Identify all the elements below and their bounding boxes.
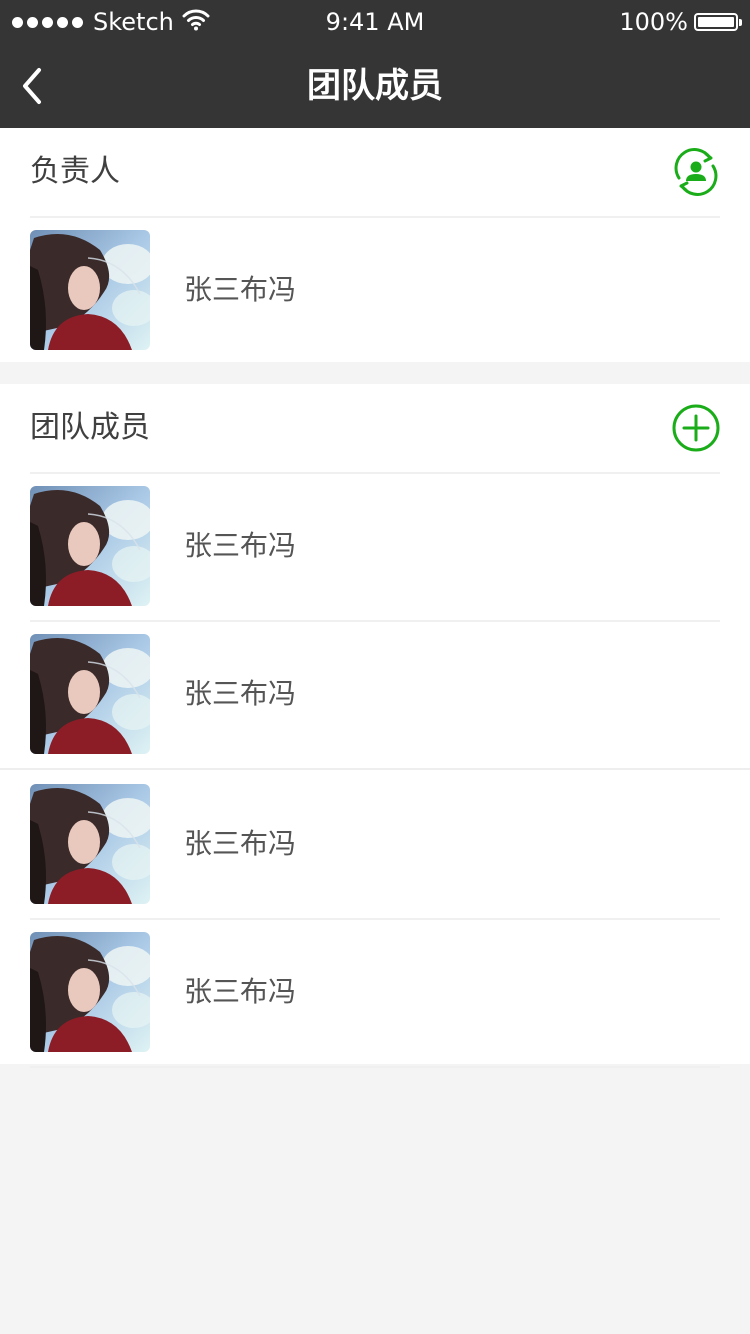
leader-member-row[interactable]: 张三布冯 — [30, 216, 720, 364]
team-member-row[interactable]: 张三布冯 — [30, 918, 720, 1068]
switch-leader-button[interactable] — [672, 148, 720, 196]
back-button[interactable] — [12, 62, 52, 110]
avatar — [30, 230, 150, 350]
leader-section-title: 负责人 — [30, 154, 120, 189]
avatar — [30, 634, 150, 754]
navigation-bar: 团队成员 — [0, 44, 750, 128]
member-name: 张三布冯 — [184, 677, 297, 710]
team-member-row[interactable]: 张三布冯 — [30, 620, 720, 770]
team-section-header: 团队成员 — [30, 384, 720, 474]
leader-section-header: 负责人 — [30, 128, 720, 218]
avatar — [30, 486, 150, 606]
team-members-section: 团队成员 张三布冯 张三布冯 张三布冯 张三布冯 — [0, 384, 750, 1068]
team-section-title: 团队成员 — [30, 410, 150, 445]
member-name: 张三布冯 — [184, 975, 297, 1008]
add-member-button[interactable] — [672, 404, 720, 452]
avatar — [30, 784, 150, 904]
status-bar: Sketch 9:41 AM 100% — [0, 0, 750, 44]
add-circle-icon — [672, 404, 720, 452]
team-member-row[interactable]: 张三布冯 — [30, 472, 720, 622]
team-member-row[interactable]: 张三布冯 — [30, 770, 720, 920]
battery-icon — [694, 13, 742, 31]
chevron-left-icon — [23, 68, 41, 104]
battery-percent: 100% — [619, 8, 688, 36]
member-name: 张三布冯 — [184, 273, 297, 306]
avatar — [30, 932, 150, 1052]
status-right: 100% — [619, 8, 742, 36]
leader-section: 负责人 张三布冯 — [0, 128, 750, 362]
member-name: 张三布冯 — [184, 529, 297, 562]
switch-user-icon — [674, 148, 718, 196]
member-name: 张三布冯 — [184, 827, 297, 860]
page-title: 团队成员 — [307, 66, 443, 106]
